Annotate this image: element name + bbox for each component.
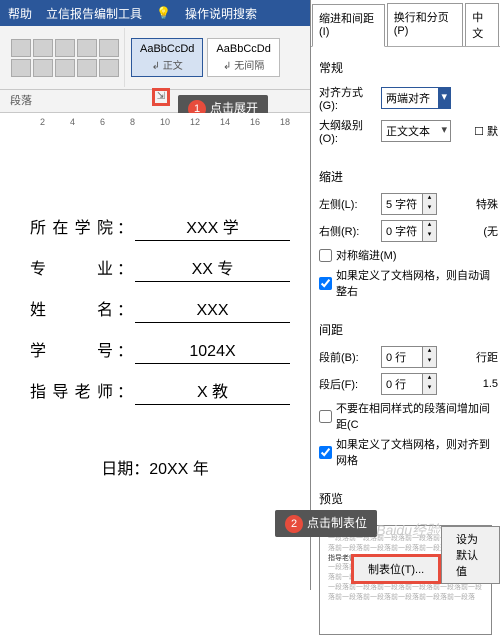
ruler-tick: 4 xyxy=(70,117,75,127)
group-indent: 缩进 左侧(L): 5 字符▴▾ 特殊 右侧(R): 0 字符▴▾ (无 对称缩… xyxy=(311,156,500,309)
field-value[interactable]: XXX 学 xyxy=(135,214,290,241)
style-label: ↲ 正文 xyxy=(140,57,194,72)
document-page: 所在学院： XXX 学 专 业： XX 专 姓 名： XXX 学 号： 1024… xyxy=(20,190,290,489)
group-title: 预览 xyxy=(319,490,492,507)
multilevel-icon[interactable] xyxy=(55,39,75,57)
align-select[interactable]: 两端对齐 xyxy=(381,87,451,109)
field-name: 姓 名： XXX xyxy=(20,296,290,323)
field-label: 学 号 xyxy=(20,337,115,361)
group-title: 缩进 xyxy=(319,168,492,185)
group-title: 常规 xyxy=(319,59,492,76)
after-spinner[interactable]: 0 行▴▾ xyxy=(381,373,437,395)
ruler-tick: 2 xyxy=(40,117,45,127)
linespacing-select[interactable]: 1.5 xyxy=(483,378,498,390)
ruler-tick: 16 xyxy=(250,117,260,127)
watermark: Baidu经验 xyxy=(376,520,440,540)
style-label: ↲ 无间隔 xyxy=(216,57,270,72)
right-label: 右侧(R): xyxy=(319,223,381,239)
right-spinner[interactable]: 0 字符▴▾ xyxy=(381,220,437,242)
help-menu[interactable]: 帮助 xyxy=(8,5,32,22)
callout-2: 2 点击制表位 xyxy=(275,510,377,537)
left-spinner[interactable]: 5 字符▴▾ xyxy=(381,193,437,215)
borders-icon[interactable] xyxy=(99,59,119,77)
spin-down-icon[interactable]: ▾ xyxy=(422,204,436,214)
field-major: 专 业： XX 专 xyxy=(20,255,290,282)
dialog-tabs: 缩进和间距(I) 换行和分页(P) 中文 xyxy=(311,0,500,47)
field-label: 姓 名 xyxy=(20,296,115,320)
tabstop-button[interactable]: 制表位(T)... xyxy=(351,554,441,584)
date-line[interactable]: 日期：20XX 年 xyxy=(20,455,290,479)
style-nospacing[interactable]: AaBbCcDd ↲ 无间隔 xyxy=(207,38,279,77)
tab-indent[interactable]: 缩进和间距(I) xyxy=(312,4,385,47)
ruler-tick: 8 xyxy=(130,117,135,127)
field-label: 所在学院 xyxy=(20,214,115,238)
group-general: 常规 对齐方式(G): 两端对齐 大纲级别(O): 正文文本 ☐ 默 xyxy=(311,47,500,156)
bulb-icon: 💡 xyxy=(156,6,171,20)
spin-down-icon[interactable]: ▾ xyxy=(422,231,436,241)
callout-badge: 2 xyxy=(285,515,303,533)
field-id: 学 号： 1024X xyxy=(20,337,290,364)
collapsed-check[interactable]: ☐ 默 xyxy=(474,123,498,139)
before-spinner[interactable]: 0 行▴▾ xyxy=(381,346,437,368)
tab-asian[interactable]: 中文 xyxy=(465,3,499,46)
callout-text: 点击制表位 xyxy=(307,516,367,530)
spin-up-icon[interactable]: ▴ xyxy=(422,347,436,357)
before-label: 段前(B): xyxy=(319,349,381,365)
styles-group: AaBbCcDd ↲ 正文 AaBbCcDd ↲ 无间隔 xyxy=(125,28,286,87)
ruler-tick: 14 xyxy=(220,117,230,127)
outline-label: 大纲级别(O): xyxy=(319,117,381,145)
outline-select[interactable]: 正文文本 xyxy=(381,120,451,142)
special-select[interactable]: (无 xyxy=(483,223,498,239)
document-area[interactable]: 所在学院： XXX 学 专 业： XX 专 姓 名： XXX 学 号： 1024… xyxy=(0,130,310,550)
field-advisor: 指导老师： X 教 xyxy=(20,378,290,405)
tab-pagination[interactable]: 换行和分页(P) xyxy=(387,3,464,46)
ruler-tick: 12 xyxy=(190,117,200,127)
spin-up-icon[interactable]: ▴ xyxy=(422,194,436,204)
numbering-icon[interactable] xyxy=(33,39,53,57)
linespacing-label: 行距 xyxy=(476,349,498,365)
field-value[interactable]: XX 专 xyxy=(135,255,290,282)
spin-up-icon[interactable]: ▴ xyxy=(422,374,436,384)
tool-name[interactable]: 立信报告编制工具 xyxy=(46,5,142,22)
search-hint[interactable]: 操作说明搜索 xyxy=(185,5,257,22)
ruler-tick: 10 xyxy=(160,117,170,127)
mirror-indent-check[interactable]: 对称缩进(M) xyxy=(319,247,492,263)
dialog-launcher-icon[interactable]: ⇲ xyxy=(152,88,170,106)
special-label: 特殊 xyxy=(476,196,498,212)
shading-icon[interactable] xyxy=(77,59,97,77)
align-label: 对齐方式(G): xyxy=(319,84,381,112)
group-spacing: 间距 段前(B): 0 行▴▾ 行距 段后(F): 0 行▴▾ 1.5 不要在相… xyxy=(311,309,500,478)
default-button[interactable]: 设为默认值 xyxy=(441,526,500,584)
nospace-same-check[interactable]: 不要在相同样式的段落间增加间距(C xyxy=(319,400,492,432)
style-normal[interactable]: AaBbCcDd ↲ 正文 xyxy=(131,38,203,77)
align-right-icon[interactable] xyxy=(55,59,75,77)
style-preview: AaBbCcDd xyxy=(140,43,194,55)
group-title: 间距 xyxy=(319,321,492,338)
paragraph-dialog: 缩进和间距(I) 换行和分页(P) 中文 常规 对齐方式(G): 两端对齐 大纲… xyxy=(310,0,500,590)
style-preview: AaBbCcDd xyxy=(216,43,270,55)
left-label: 左侧(L): xyxy=(319,196,381,212)
paragraph-group xyxy=(6,28,125,87)
ruler-tick: 6 xyxy=(100,117,105,127)
indent-dec-icon[interactable] xyxy=(77,39,97,57)
after-label: 段后(F): xyxy=(319,376,381,392)
indent-inc-icon[interactable] xyxy=(99,39,119,57)
field-value[interactable]: XXX xyxy=(135,302,290,323)
grid-adjust-check[interactable]: 如果定义了文档网格，则自动调整右 xyxy=(319,267,492,299)
list-icon[interactable] xyxy=(11,39,31,57)
spin-up-icon[interactable]: ▴ xyxy=(422,221,436,231)
align-left-icon[interactable] xyxy=(11,59,31,77)
field-label: 专 业 xyxy=(20,255,115,279)
align-center-icon[interactable] xyxy=(33,59,53,77)
ruler-tick: 18 xyxy=(280,117,290,127)
spin-down-icon[interactable]: ▾ xyxy=(422,384,436,394)
field-value[interactable]: 1024X xyxy=(135,343,290,364)
field-label: 指导老师 xyxy=(20,378,115,402)
spin-down-icon[interactable]: ▾ xyxy=(422,357,436,367)
snap-grid-check[interactable]: 如果定义了文档网格，则对齐到网格 xyxy=(319,436,492,468)
field-value[interactable]: X 教 xyxy=(135,378,290,405)
field-college: 所在学院： XXX 学 xyxy=(20,214,290,241)
